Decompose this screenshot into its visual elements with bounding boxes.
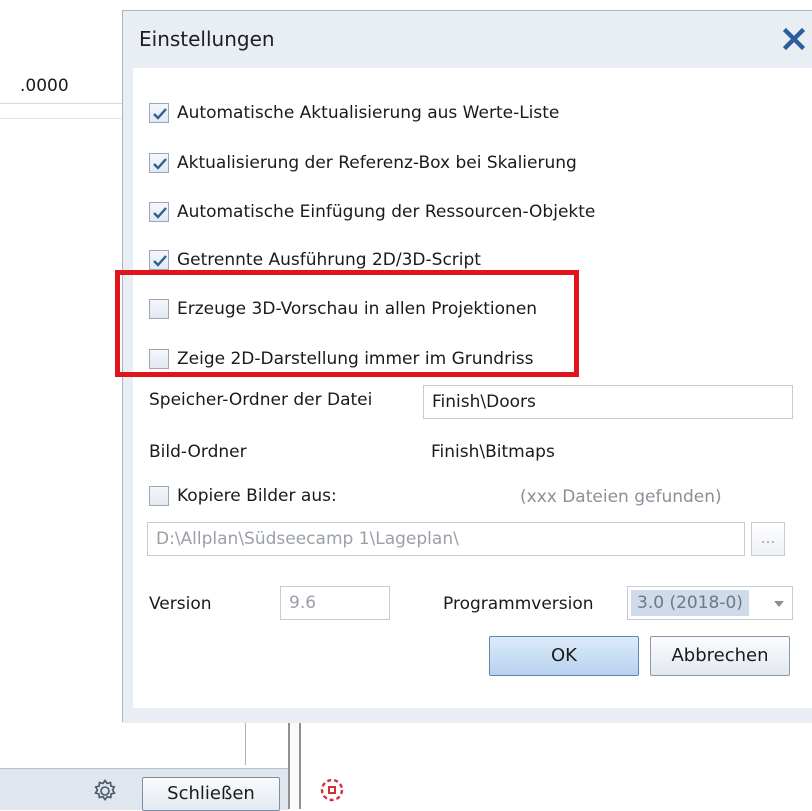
- checkbox-resource-objects[interactable]: Automatische Einfügung der Ressourcen-Ob…: [149, 198, 595, 226]
- background-divider: [0, 118, 122, 119]
- checkbox-label: Getrennte Ausführung 2D/3D-Script: [177, 250, 481, 270]
- dialog-titlebar: Einstellungen: [123, 11, 812, 67]
- program-version-label: Programmversion: [443, 594, 594, 614]
- gear-icon[interactable]: [92, 778, 118, 804]
- image-path-field[interactable]: D:\Allplan\Südseecamp 1\Lageplan\: [147, 522, 745, 556]
- checkbox[interactable]: [149, 250, 169, 270]
- save-folder-field[interactable]: Finish\Doors: [423, 385, 793, 419]
- checkbox-reference-box[interactable]: Aktualisierung der Referenz-Box bei Skal…: [149, 149, 577, 177]
- dialog-body: Automatische Aktualisierung aus Werte-Li…: [133, 68, 812, 708]
- checkbox[interactable]: [149, 153, 169, 173]
- checkbox[interactable]: [149, 202, 169, 222]
- version-field[interactable]: 9.6: [280, 586, 390, 620]
- checkbox-auto-update[interactable]: Automatische Aktualisierung aus Werte-Li…: [149, 99, 559, 127]
- background-divider: [245, 720, 246, 765]
- background-field-value: .0000: [20, 76, 69, 96]
- checkbox[interactable]: [149, 486, 169, 506]
- highlight-box: [115, 270, 579, 377]
- files-found-status: (xxx Dateien gefunden): [520, 487, 722, 507]
- program-version-select[interactable]: 3.0 (2018-0): [627, 586, 793, 620]
- chevron-down-icon: [774, 601, 784, 607]
- close-icon[interactable]: [779, 24, 809, 54]
- snap-point-icon[interactable]: [317, 775, 347, 805]
- image-folder-value: Finish\Bitmaps: [431, 442, 555, 462]
- check-icon: [153, 207, 167, 219]
- version-label: Version: [149, 594, 212, 614]
- checkbox[interactable]: [149, 103, 169, 123]
- check-icon: [153, 108, 167, 120]
- checkbox-copy-images[interactable]: Kopiere Bilder aus:: [149, 482, 337, 510]
- cancel-button[interactable]: Abbrechen: [650, 636, 790, 676]
- check-icon: [153, 255, 167, 267]
- save-folder-label: Speicher-Ordner der Datei: [149, 390, 373, 410]
- panel-splitter[interactable]: [288, 720, 301, 809]
- dialog-title: Einstellungen: [139, 27, 275, 51]
- checkbox-label: Kopiere Bilder aus:: [177, 486, 337, 506]
- close-button[interactable]: Schließen: [142, 777, 280, 811]
- checkbox-label: Automatische Einfügung der Ressourcen-Ob…: [177, 202, 596, 222]
- dialog-footer: [123, 708, 812, 723]
- browse-button[interactable]: ...: [751, 522, 785, 556]
- checkbox-label: Automatische Aktualisierung aus Werte-Li…: [177, 103, 560, 123]
- program-version-value: 3.0 (2018-0): [631, 590, 749, 616]
- ok-button[interactable]: OK: [489, 636, 639, 676]
- check-icon: [153, 158, 167, 170]
- image-folder-label: Bild-Ordner: [149, 442, 247, 462]
- checkbox-label: Aktualisierung der Referenz-Box bei Skal…: [177, 153, 577, 173]
